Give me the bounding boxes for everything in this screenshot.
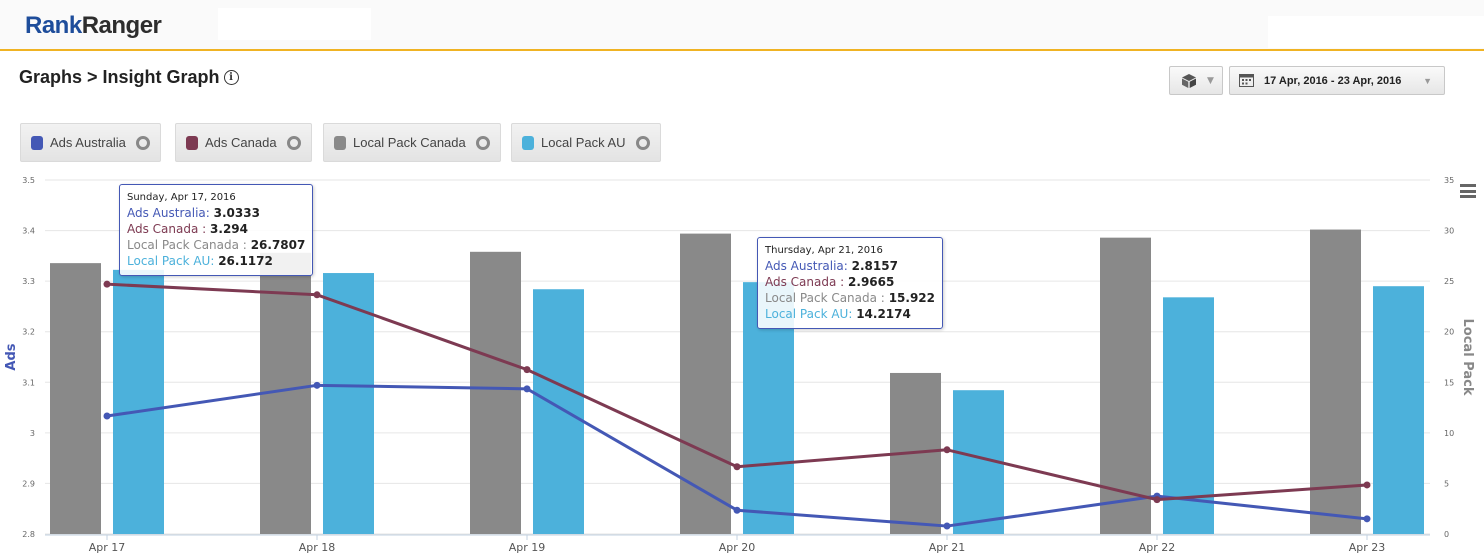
gear-icon[interactable] — [475, 135, 490, 150]
y-left-tick-label: 3.4 — [22, 227, 35, 236]
point-ads-canada — [103, 280, 111, 288]
bar-local-pack-canada — [1100, 237, 1151, 534]
legend-chip-local-pack-au[interactable]: Local Pack AU — [511, 123, 661, 162]
x-tick-label: Apr 22 — [1139, 541, 1176, 554]
bar-local-pack-canada — [680, 233, 731, 534]
logo-rank: Rank — [25, 12, 82, 39]
gear-icon[interactable] — [135, 135, 150, 150]
bar-local-pack-canada — [470, 251, 521, 534]
point-ads-australia — [733, 506, 741, 514]
date-range-picker[interactable]: 17 Apr, 2016 - 23 Apr, 2016 ▼ — [1229, 66, 1445, 95]
rankranger-logo[interactable]: RankRanger — [25, 12, 162, 40]
color-swatch — [334, 135, 346, 150]
tooltip-row: Local Pack Canada : 15.922 — [765, 291, 935, 305]
tooltip-apr-21: Thursday, Apr 21, 2016 Ads Australia: 2.… — [757, 237, 943, 329]
calendar-icon — [1239, 74, 1254, 87]
x-tick-label: Apr 18 — [299, 541, 336, 554]
tooltip-row: Local Pack Canada : 26.7807 — [127, 238, 306, 252]
page-title: Graphs > Insight Graph — [19, 67, 220, 87]
point-ads-canada — [523, 366, 531, 374]
color-swatch — [522, 135, 534, 150]
y-right-tick-label: 5 — [1444, 479, 1449, 488]
color-swatch — [31, 135, 43, 150]
date-range-value: 17 Apr, 2016 - 23 Apr, 2016 — [1264, 74, 1402, 87]
point-ads-australia — [1363, 515, 1371, 523]
info-icon[interactable]: i — [223, 70, 239, 85]
y-left-tick-label: 3.5 — [22, 176, 35, 185]
y-right-tick-label: 20 — [1444, 328, 1454, 337]
page-header: Graphs > Insight Graph i — [19, 67, 239, 88]
hamburger-menu-icon[interactable] — [1460, 184, 1476, 198]
point-ads-canada — [313, 291, 321, 299]
legend-label: Ads Canada — [205, 135, 277, 150]
bar-local-pack-au — [113, 269, 164, 534]
tooltip-row: Local Pack AU: 14.2174 — [765, 307, 911, 321]
tooltip-row: Local Pack AU: 26.1172 — [127, 254, 273, 268]
header-blank-area — [218, 8, 371, 40]
gear-icon[interactable] — [286, 135, 301, 150]
legend-label: Ads Australia — [50, 135, 126, 150]
point-ads-australia — [523, 385, 531, 393]
y-right-tick-label: 30 — [1444, 227, 1454, 236]
y-left-axis-title: Ads — [4, 343, 19, 370]
legend-chip-ads-australia[interactable]: Ads Australia — [20, 123, 161, 162]
point-ads-australia — [313, 381, 321, 389]
chevron-down-icon: ▼ — [1423, 75, 1432, 86]
point-ads-canada — [733, 463, 741, 471]
y-left-tick-label: 3.1 — [22, 378, 35, 387]
bar-local-pack-au — [533, 289, 584, 534]
y-left-tick-label: 2.9 — [22, 479, 35, 488]
point-ads-canada — [1153, 496, 1161, 504]
y-right-tick-label: 15 — [1444, 378, 1454, 387]
gear-icon[interactable] — [635, 135, 650, 150]
y-right-axis-title: Local Pack — [1460, 319, 1475, 396]
x-tick-label: Apr 19 — [509, 541, 546, 554]
header-blank-area-right — [1268, 16, 1484, 48]
point-ads-australia — [103, 412, 111, 420]
x-tick-label: Apr 23 — [1349, 541, 1386, 554]
tooltip-row: Ads Canada : 3.294 — [127, 222, 248, 236]
y-left-tick-label: 3.2 — [22, 328, 35, 337]
top-bar: RankRanger — [0, 0, 1484, 51]
tooltip-date: Thursday, Apr 21, 2016 — [765, 245, 883, 256]
tooltip-row: Ads Canada : 2.9665 — [765, 275, 895, 289]
tooltip-row: Ads Australia: 2.8157 — [765, 259, 898, 273]
y-left-tick-label: 3.3 — [22, 277, 35, 286]
point-ads-canada — [943, 446, 951, 454]
bar-local-pack-canada — [50, 263, 101, 534]
x-tick-label: Apr 20 — [719, 541, 756, 554]
legend-label: Local Pack Canada — [353, 135, 466, 150]
x-tick-label: Apr 17 — [89, 541, 126, 554]
y-right-tick-label: 25 — [1444, 277, 1454, 286]
y-right-tick-label: 0 — [1444, 530, 1449, 539]
chevron-down-icon: ▼ — [1207, 75, 1214, 86]
tooltip-date: Sunday, Apr 17, 2016 — [127, 192, 236, 203]
x-tick-label: Apr 21 — [929, 541, 966, 554]
cube-icon — [1182, 73, 1196, 88]
legend-label: Local Pack AU — [541, 135, 626, 150]
color-swatch — [186, 135, 198, 150]
logo-ranger: Ranger — [81, 12, 162, 39]
y-right-tick-label: 35 — [1444, 176, 1454, 185]
point-ads-australia — [943, 522, 951, 530]
legend-chip-ads-canada[interactable]: Ads Canada — [175, 123, 312, 162]
y-left-tick-label: 2.8 — [22, 530, 35, 539]
y-right-tick-label: 10 — [1444, 429, 1454, 438]
tooltip-apr-17: Sunday, Apr 17, 2016 Ads Australia: 3.03… — [119, 184, 314, 276]
tooltip-row: Ads Australia: 3.0333 — [127, 206, 260, 220]
bar-local-pack-au — [1373, 286, 1424, 534]
y-left-tick-label: 3 — [30, 429, 35, 438]
legend-chip-local-pack-canada[interactable]: Local Pack Canada — [323, 123, 501, 162]
view-selector-button[interactable]: ▼ — [1169, 66, 1223, 95]
point-ads-canada — [1363, 481, 1371, 489]
